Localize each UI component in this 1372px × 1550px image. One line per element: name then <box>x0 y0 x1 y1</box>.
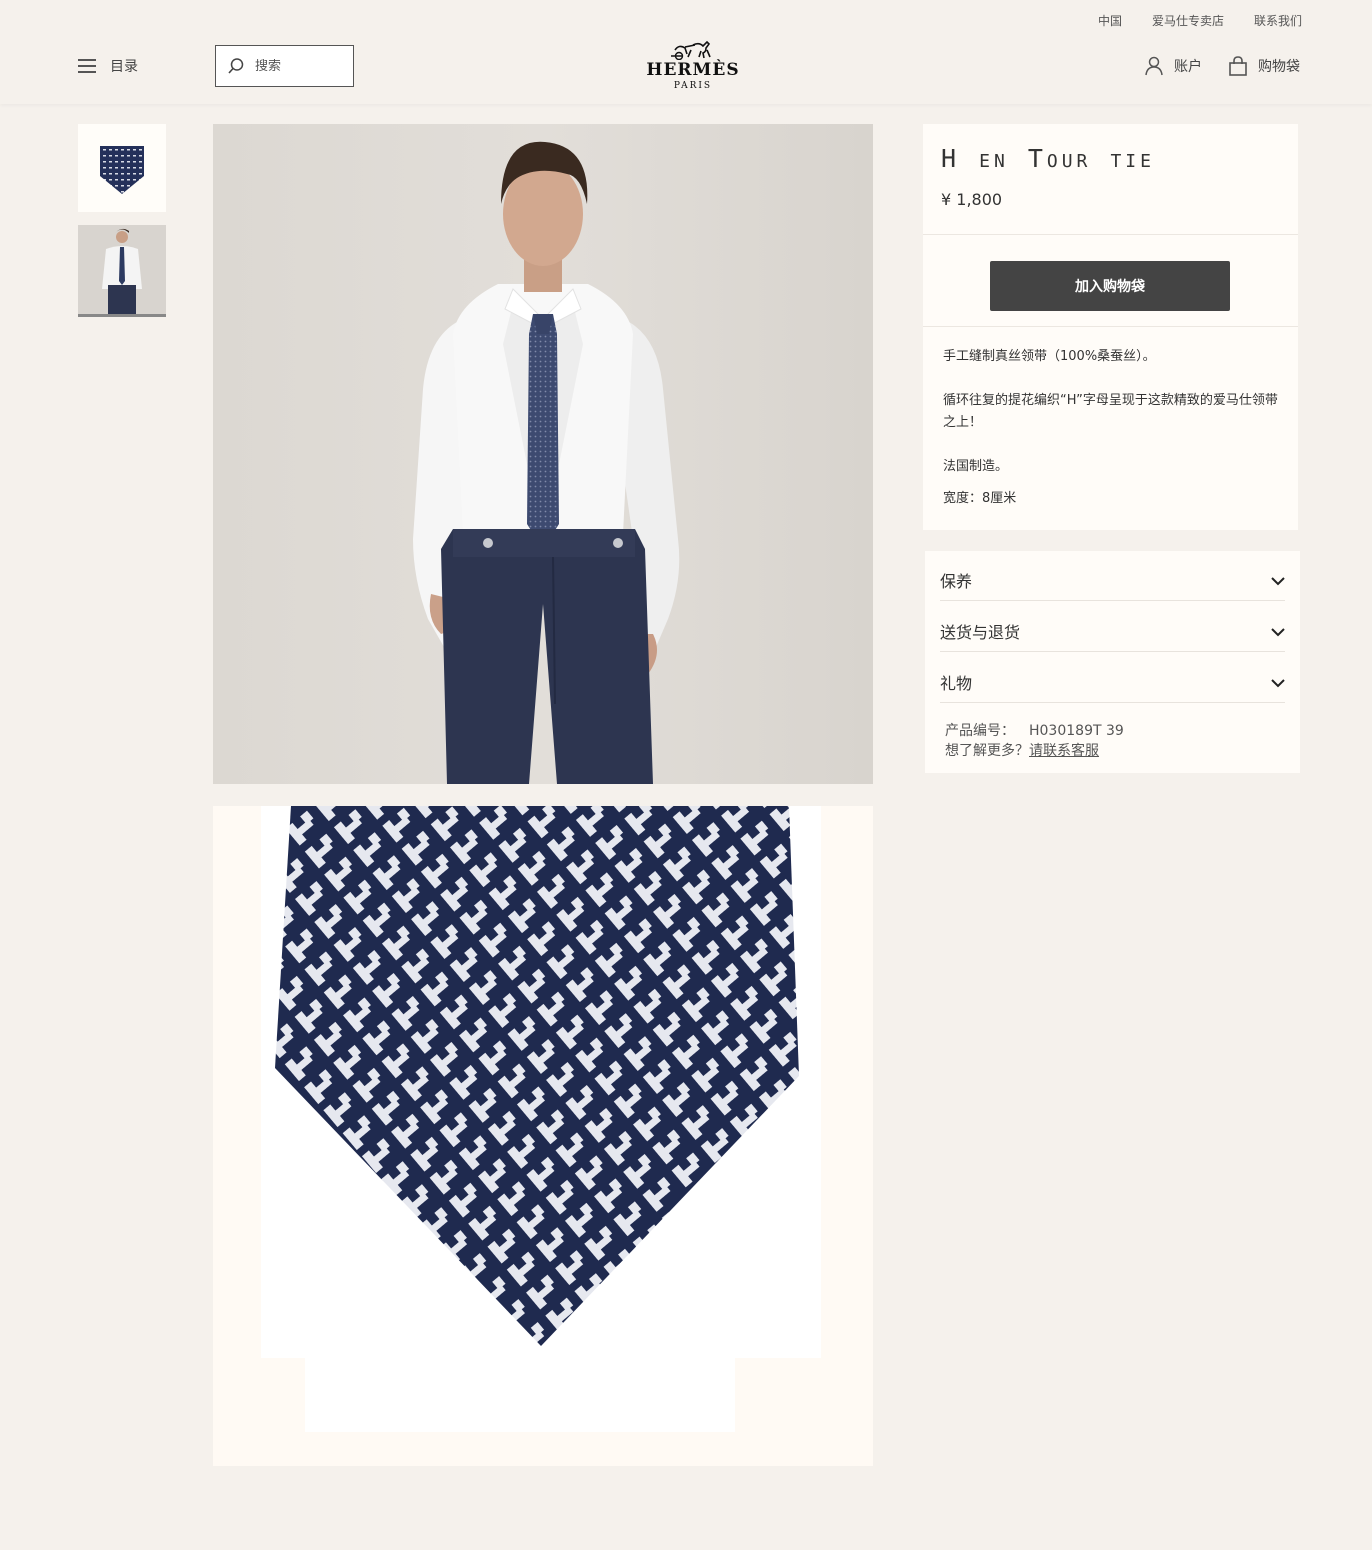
logo-subtitle: PARIS <box>673 81 713 91</box>
tie-thumbnail-image <box>100 146 144 194</box>
model-thumbnail-image <box>78 225 166 314</box>
menu-button[interactable]: 目录 <box>78 56 138 76</box>
thumbnail-model[interactable] <box>78 225 166 317</box>
user-icon <box>1145 56 1163 76</box>
logo-wordmark: HERMÈS <box>646 60 740 80</box>
accordion-care[interactable]: 保养 <box>940 551 1285 601</box>
accordion-care-label: 保养 <box>940 572 973 591</box>
description-line-3: 法国制造。 <box>943 459 1009 474</box>
hamburger-icon <box>78 59 96 73</box>
description-width: 宽度：8厘米 <box>943 491 1017 506</box>
search-box[interactable] <box>215 45 354 87</box>
link-contact[interactable]: 联系我们 <box>1254 12 1302 29</box>
add-to-bag-button[interactable]: 加入购物袋 <box>990 261 1230 311</box>
link-stores[interactable]: 爱马仕专卖店 <box>1152 12 1224 29</box>
help-row: 想了解更多？请联系客服 <box>945 740 1099 760</box>
shopping-bag-icon <box>1229 56 1247 76</box>
tie-closeup-photo <box>261 806 821 1432</box>
chevron-down-icon <box>1271 628 1285 637</box>
contact-service-link[interactable]: 请联系客服 <box>1029 743 1099 759</box>
bag-label: 购物袋 <box>1258 59 1300 75</box>
product-image-model[interactable] <box>213 124 873 784</box>
product-sku: 产品编号： H030189T 39 <box>945 720 1124 740</box>
accordion-gift[interactable]: 礼物 <box>940 653 1285 703</box>
product-info-panel: H en Tour tie ¥ 1,800 加入购物袋 手工缝制真丝领带（100… <box>923 124 1298 530</box>
link-country[interactable]: 中国 <box>1098 12 1122 29</box>
account-label: 账户 <box>1174 59 1202 75</box>
help-text: 想了解更多？ <box>945 743 1029 759</box>
product-price: ¥ 1,800 <box>941 190 1003 209</box>
product-image-tie[interactable] <box>213 806 873 1466</box>
model-photo <box>413 141 680 784</box>
site-header: 中国 爱马仕专卖店 联系我们 目录 HERMÈS PARIS 账户 <box>0 0 1372 104</box>
top-links: 中国 爱马仕专卖店 联系我们 <box>1098 12 1302 29</box>
sku-label: 产品编号： <box>945 723 1015 739</box>
divider <box>923 234 1298 235</box>
chevron-down-icon <box>1271 577 1285 586</box>
search-input[interactable] <box>255 58 340 74</box>
thumbnail-tie[interactable] <box>78 124 166 212</box>
search-icon <box>228 58 244 74</box>
info-accordion: 保养 送货与退货 礼物 产品编号： H030189T 39 想了解更多？请联系客服 <box>925 551 1300 773</box>
chevron-down-icon <box>1271 679 1285 688</box>
accordion-shipping[interactable]: 送货与退货 <box>940 602 1285 652</box>
description-line-2: 循环往复的提花编织“H”字母呈现于这款精致的爱马仕领带之上！ <box>943 393 1278 430</box>
account-button[interactable]: 账户 <box>1144 56 1202 76</box>
hermes-logo[interactable]: HERMÈS PARIS <box>645 38 741 94</box>
accordion-shipping-label: 送货与退货 <box>940 623 1021 642</box>
sku-value: H030189T 39 <box>1029 723 1124 739</box>
shopping-bag-button[interactable]: 购物袋 <box>1228 56 1300 76</box>
accordion-gift-label: 礼物 <box>940 674 973 693</box>
product-title: H en Tour tie <box>941 144 1155 173</box>
divider <box>923 326 1298 327</box>
description-line-1: 手工缝制真丝领带（100%桑蚕丝）。 <box>943 349 1156 364</box>
carriage-icon <box>671 40 711 60</box>
menu-label: 目录 <box>110 59 138 75</box>
